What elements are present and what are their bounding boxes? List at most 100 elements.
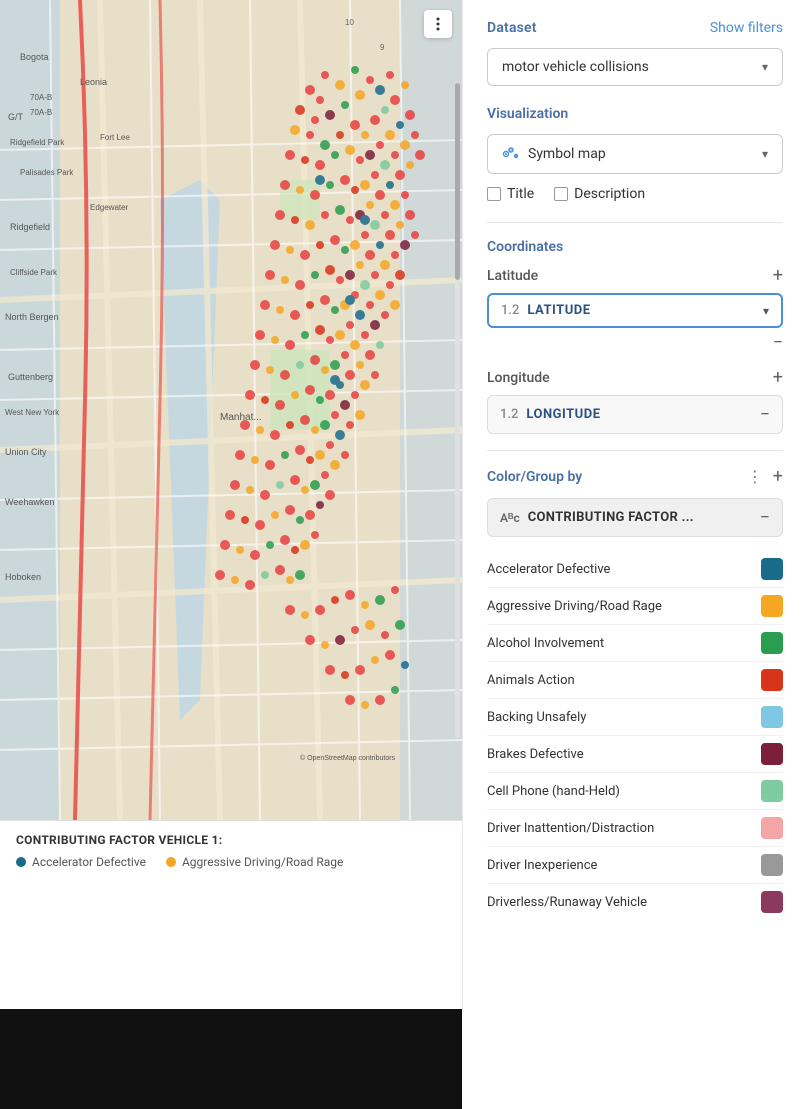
dataset-label: Dataset — [487, 20, 537, 36]
svg-text:Union City: Union City — [5, 447, 47, 457]
color-group-section: Color/Group by ⋮ + Aᴮc CONTRIBUTING FACT… — [487, 467, 783, 920]
dataset-dropdown-arrow: ▾ — [762, 60, 768, 74]
visualization-dropdown[interactable]: Symbol map ▾ — [487, 134, 783, 174]
color-group-actions: ⋮ + — [747, 467, 783, 486]
color-swatch[interactable] — [761, 854, 783, 876]
latitude-row: Latitude + 1.2 LATITUDE ▾ − — [487, 267, 783, 353]
color-group-title: Color/Group by — [487, 469, 582, 485]
color-items-list: Accelerator Defective Aggressive Driving/… — [487, 551, 783, 920]
latitude-minus-row: − — [487, 332, 783, 353]
color-item-label: Brakes Defective — [487, 747, 584, 762]
svg-text:Fort Lee: Fort Lee — [100, 133, 130, 142]
show-filters-link[interactable]: Show filters — [710, 20, 783, 36]
divider-1 — [487, 222, 783, 223]
visualization-label: Visualization — [487, 106, 783, 122]
color-group-add-button[interactable]: + — [773, 468, 783, 486]
latitude-field[interactable]: 1.2 LATITUDE ▾ — [487, 293, 783, 328]
legend-item: Accelerator Defective — [16, 855, 146, 869]
longitude-field[interactable]: 1.2 LONGITUDE − — [487, 395, 783, 434]
latitude-label: Latitude — [487, 268, 538, 284]
legend-label-accelerator: Accelerator Defective — [32, 855, 146, 869]
color-list-item: Driver Inattention/Distraction — [487, 810, 783, 847]
svg-text:Edgewater: Edgewater — [90, 203, 129, 212]
title-checkbox-item[interactable]: Title — [487, 186, 534, 202]
svg-text:10: 10 — [345, 18, 354, 27]
viz-dropdown-arrow: ▾ — [762, 147, 768, 161]
longitude-label: Longitude — [487, 370, 550, 386]
svg-text:Guttenberg: Guttenberg — [8, 372, 53, 382]
map-scrollbar[interactable] — [455, 82, 460, 738]
color-item-label: Cell Phone (hand-Held) — [487, 784, 620, 799]
title-checkbox[interactable] — [487, 187, 501, 201]
legend-items: Accelerator Defective Aggressive Driving… — [16, 855, 446, 869]
description-checkbox-label: Description — [574, 186, 645, 202]
color-swatch[interactable] — [761, 558, 783, 580]
longitude-label-row: Longitude + — [487, 369, 783, 387]
color-item-label: Aggressive Driving/Road Rage — [487, 599, 662, 614]
color-list-item: Aggressive Driving/Road Rage — [487, 588, 783, 625]
svg-text:Ridgefield: Ridgefield — [10, 222, 50, 232]
svg-text:9: 9 — [380, 43, 385, 52]
color-swatch[interactable] — [761, 817, 783, 839]
map-container: Bogota G/T 70A-B 70A-B Leonia Ridgefield… — [0, 0, 462, 820]
dataset-dropdown[interactable]: motor vehicle collisions ▾ — [487, 48, 783, 86]
color-list-item: Driver Inexperience — [487, 847, 783, 884]
contributing-factor-remove[interactable]: − — [760, 507, 770, 528]
color-swatch[interactable] — [761, 891, 783, 913]
svg-text:70A-B: 70A-B — [30, 108, 52, 117]
svg-text:North Bergen: North Bergen — [5, 312, 59, 322]
viz-dropdown-left: Symbol map — [502, 145, 606, 163]
longitude-row: Longitude + 1.2 LONGITUDE − — [487, 369, 783, 434]
longitude-field-left: 1.2 LONGITUDE — [500, 407, 601, 422]
color-item-label: Alcohol Involvement — [487, 636, 604, 651]
color-item-label: Backing Unsafely — [487, 710, 586, 725]
color-swatch[interactable] — [761, 669, 783, 691]
color-item-label: Driver Inexperience — [487, 858, 597, 873]
color-item-label: Driver Inattention/Distraction — [487, 821, 654, 836]
map-panel: Bogota G/T 70A-B 70A-B Leonia Ridgefield… — [0, 0, 462, 1009]
map-options-button[interactable] — [424, 10, 452, 38]
description-checkbox[interactable] — [554, 187, 568, 201]
color-swatch[interactable] — [761, 632, 783, 654]
svg-text:Weehawken: Weehawken — [5, 497, 54, 507]
color-group-options-button[interactable]: ⋮ — [747, 467, 763, 486]
dataset-section-header: Dataset Show filters — [487, 20, 783, 36]
color-list-item: Alcohol Involvement — [487, 625, 783, 662]
abc-icon: Aᴮc — [500, 511, 520, 525]
color-list-item: Animals Action — [487, 662, 783, 699]
color-list-item: Driverless/Runaway Vehicle — [487, 884, 783, 920]
color-swatch[interactable] — [761, 706, 783, 728]
legend-label-aggressive: Aggressive Driving/Road Rage — [182, 855, 343, 869]
title-checkbox-label: Title — [507, 186, 534, 202]
dataset-value: motor vehicle collisions — [502, 59, 649, 75]
legend-dot-aggressive — [166, 857, 176, 867]
longitude-add-button[interactable]: + — [773, 369, 783, 387]
svg-text:70A-B: 70A-B — [30, 93, 52, 102]
description-checkbox-item[interactable]: Description — [554, 186, 645, 202]
contributing-factor-field[interactable]: Aᴮc CONTRIBUTING FACTOR ... − — [487, 498, 783, 537]
symbol-map-icon — [502, 145, 520, 163]
legend-title: CONTRIBUTING FACTOR VEHICLE 1: — [16, 833, 446, 847]
contributing-factor-name: CONTRIBUTING FACTOR ... — [528, 510, 694, 525]
longitude-remove-button[interactable]: − — [760, 404, 770, 425]
color-list-item: Cell Phone (hand-Held) — [487, 773, 783, 810]
color-swatch[interactable] — [761, 780, 783, 802]
latitude-dropdown-arrow[interactable]: ▾ — [763, 304, 769, 318]
latitude-label-row: Latitude + — [487, 267, 783, 285]
color-item-label: Accelerator Defective — [487, 562, 610, 577]
legend-dot-accelerator — [16, 857, 26, 867]
visualization-section: Visualization Symbol map ▾ Title — [487, 106, 783, 202]
color-list-item: Accelerator Defective — [487, 551, 783, 588]
map-legend: CONTRIBUTING FACTOR VEHICLE 1: Accelerat… — [0, 820, 462, 1009]
latitude-field-right: ▾ — [763, 304, 769, 318]
color-swatch[interactable] — [761, 595, 783, 617]
latitude-remove-button[interactable]: − — [773, 332, 783, 353]
color-list-item: Backing Unsafely — [487, 699, 783, 736]
coordinates-section: Coordinates Latitude + 1.2 LATITUDE ▾ − — [487, 239, 783, 434]
color-swatch[interactable] — [761, 743, 783, 765]
svg-text:West New York: West New York — [5, 408, 60, 417]
svg-text:Manhat...: Manhat... — [220, 412, 262, 423]
latitude-add-button[interactable]: + — [773, 267, 783, 285]
longitude-num: 1.2 — [500, 407, 518, 422]
black-bar — [0, 1009, 462, 1109]
